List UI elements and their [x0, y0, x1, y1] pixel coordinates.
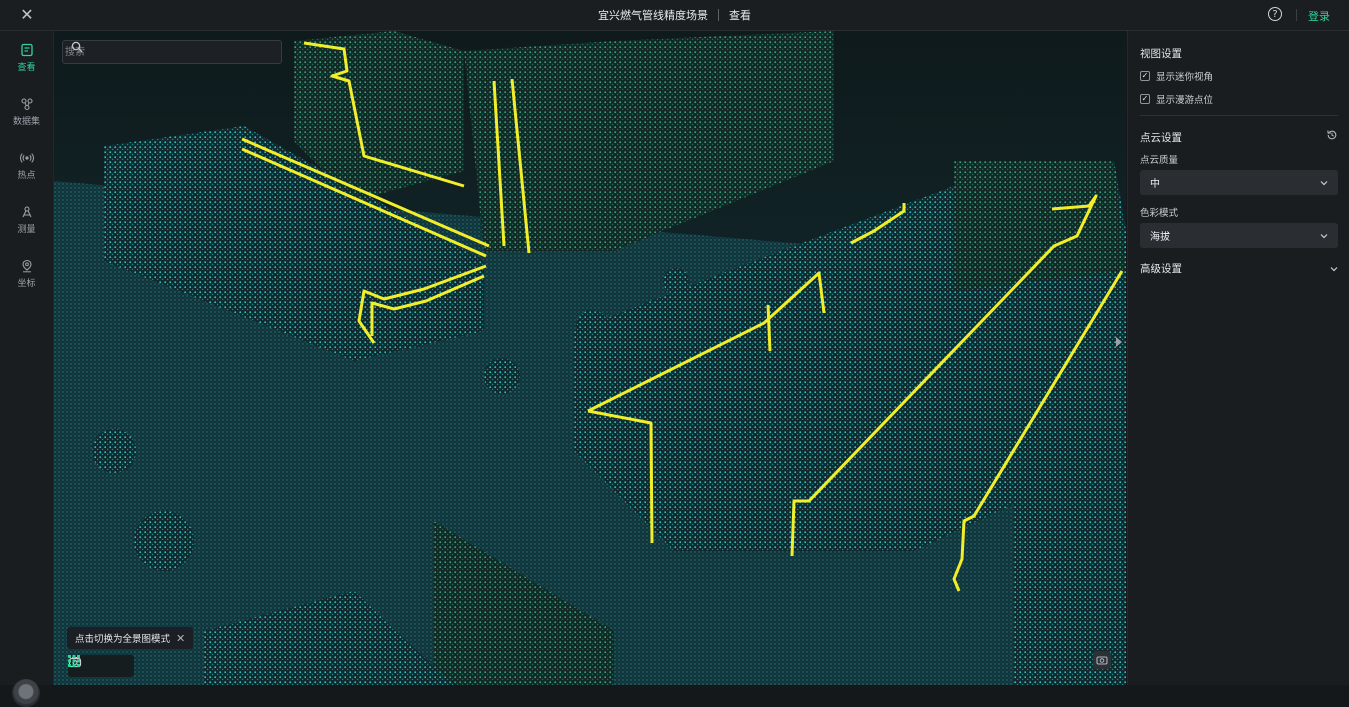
search-box[interactable] [62, 40, 282, 64]
nav-label: 数据集 [12, 117, 40, 127]
quality-label: 点云质量 [1140, 155, 1179, 166]
option-label: 显示漫游点位 [1156, 95, 1214, 106]
panorama-hint-tooltip: 点击切换为全景图模式 ✕ [67, 627, 194, 649]
nav-item-measure[interactable]: 测量 [0, 197, 53, 243]
quality-value: 中 [1150, 179, 1160, 190]
pointcloud-scene[interactable] [54, 31, 1126, 685]
color-mode-select[interactable]: 海拔 [1140, 223, 1338, 248]
mode-label: 查看 [729, 9, 751, 22]
nav-item-dataset[interactable]: 数据集 [0, 89, 53, 135]
building-bottom-right [1014, 411, 1126, 685]
view-settings-title: 视图设置 [1140, 48, 1182, 60]
dataset-icon [20, 98, 33, 111]
option-show-mini-view[interactable]: ✓ 显示迷你视角 [1140, 69, 1213, 83]
top-bar: ✕ 宜兴燃气管线精度场景 查看 ? 登录 [0, 0, 1349, 31]
pointcloud-grid-icon[interactable] [68, 655, 80, 667]
chevron-down-icon [1330, 266, 1338, 271]
view-mode-toggle [68, 655, 134, 677]
building-right-far [954, 161, 1126, 291]
option-show-roam-points[interactable]: ✓ 显示漫游点位 [1140, 92, 1213, 106]
pipeline-segment [766, 304, 772, 352]
app-logo-icon [12, 679, 40, 707]
search-icon [71, 41, 83, 53]
tree [92, 429, 136, 473]
close-tooltip-icon[interactable]: ✕ [176, 632, 185, 645]
chevron-down-icon [1320, 180, 1328, 185]
screenshot-button[interactable] [1093, 651, 1111, 669]
edit-doc-icon [20, 43, 33, 57]
camera-icon [1096, 656, 1108, 665]
nav-item-coordinate[interactable]: 坐标 [0, 251, 53, 297]
advanced-settings-toggle[interactable]: 高级设置 [1140, 261, 1338, 276]
search-input[interactable] [63, 45, 247, 59]
nav-label: 坐标 [17, 279, 36, 289]
quality-select[interactable]: 中 [1140, 170, 1338, 195]
scene-title: 宜兴燃气管线精度场景 [598, 9, 708, 22]
broadcast-icon [19, 153, 34, 163]
option-label: 显示迷你视角 [1156, 72, 1214, 83]
nav-item-view[interactable]: 查看 [0, 35, 53, 81]
checkbox-checked-icon[interactable]: ✓ [1140, 71, 1150, 81]
tree [484, 358, 520, 394]
tree [576, 310, 608, 342]
header-divider [1296, 9, 1297, 21]
help-icon[interactable]: ? [1268, 7, 1282, 21]
settings-panel: 视图设置 ✓ 显示迷你视角 ✓ 显示漫游点位 点云设置 点云质量 中 色彩模式 … [1127, 31, 1349, 685]
nav-label: 查看 [17, 63, 36, 73]
pointcloud-viewport[interactable]: 点击切换为全景图模式 ✕ [54, 31, 1126, 685]
left-nav: 查看 数据集 热点 测量 坐标 [0, 31, 54, 707]
nav-label: 热点 [17, 171, 36, 181]
title-divider [718, 9, 719, 21]
location-pin-icon [21, 259, 32, 273]
advanced-settings-title: 高级设置 [1140, 263, 1182, 275]
tooltip-text: 点击切换为全景图模式 [75, 634, 171, 645]
pointcloud-settings-title: 点云设置 [1140, 132, 1182, 144]
checkbox-checked-icon[interactable]: ✓ [1140, 94, 1150, 104]
color-mode-label: 色彩模式 [1140, 208, 1179, 219]
title-area: 宜兴燃气管线精度场景 查看 [0, 0, 1349, 30]
section-divider [1140, 115, 1338, 116]
login-link[interactable]: 登录 [1308, 8, 1330, 24]
tree [134, 511, 194, 571]
reset-icon[interactable] [1326, 129, 1338, 141]
nav-label: 测量 [17, 225, 36, 235]
tree [663, 268, 689, 294]
chevron-down-icon [1320, 233, 1328, 238]
nav-item-hotspot[interactable]: 热点 [0, 143, 53, 189]
color-mode-value: 海拔 [1150, 232, 1170, 243]
measure-icon [22, 206, 31, 218]
